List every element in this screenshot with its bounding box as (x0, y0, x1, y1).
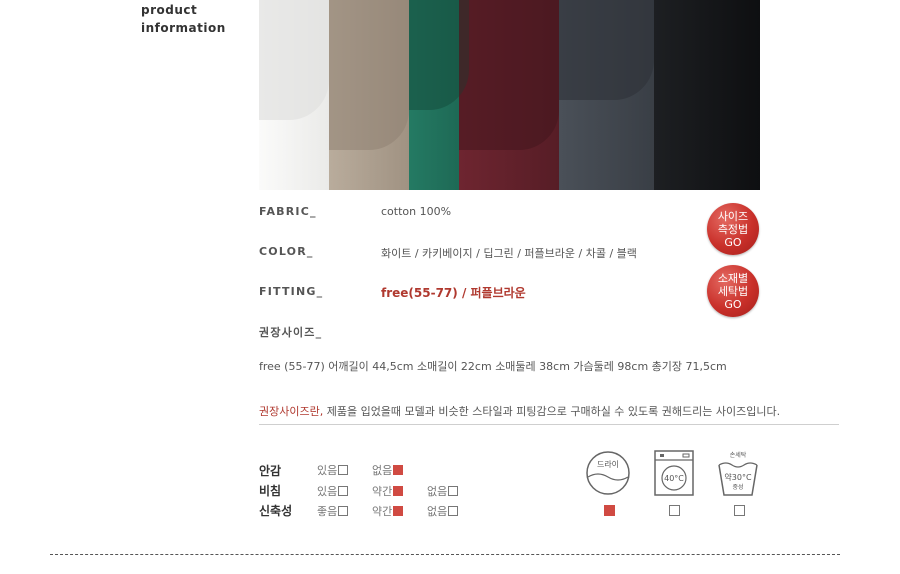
section-label: product information (141, 1, 226, 37)
stretch-option-good: 좋음 (317, 503, 349, 519)
size-note-highlight: 권장사이즈란, (259, 405, 324, 418)
sheer-option-yes-text: 있음 (317, 485, 338, 498)
care-guide-line2: 세탁법 (717, 284, 749, 298)
stretch-option-slight: 약간 (372, 503, 404, 519)
dry-clean-text: 드라이 (597, 459, 619, 469)
size-measure-line1: 사이즈 (717, 209, 749, 223)
hand-wash-top-text: 손세탁 (730, 451, 747, 459)
divider (259, 424, 839, 425)
sheerness-label: 비침 (259, 484, 282, 498)
hand-wash-icon: 손세탁 약30°C 중성 (718, 451, 758, 496)
machine-wash-text: 40°C (664, 474, 684, 483)
sheer-yes-checkbox (338, 486, 349, 496)
garment-black (654, 0, 760, 190)
stretch-option-good-text: 좋음 (317, 505, 338, 518)
sheer-option-slight-text: 약간 (372, 485, 393, 498)
stretch-option-slight-text: 약간 (372, 505, 393, 518)
sheer-slight-checkbox (393, 486, 404, 496)
stretch-option-no-text: 없음 (427, 505, 448, 518)
size-note-text: 제품을 입었을때 모델과 비슷한 스타일과 피팅감으로 구매하실 수 있도록 권… (323, 405, 781, 418)
stretch-no-checkbox (448, 506, 459, 516)
fitting-label: FITTING_ (259, 285, 324, 298)
recommended-size-label: 권장사이즈_ (259, 326, 323, 339)
fabric-value: cotton 100% (381, 205, 452, 218)
stretch-label: 신축성 (259, 504, 293, 518)
sheer-no-checkbox (448, 486, 459, 496)
dry-clean-icon: 드라이 (586, 451, 630, 495)
size-measure-line2: 측정법 (717, 222, 749, 236)
size-note: 권장사이즈란, 제품을 입었을때 모델과 비슷한 스타일과 피팅감으로 구매하실… (259, 403, 780, 419)
dashed-divider (50, 554, 840, 555)
stretch-good-checkbox (338, 506, 349, 516)
lining-option-yes-text: 있음 (317, 464, 338, 477)
sheer-option-yes: 있음 (317, 483, 349, 499)
sleeve-fold-khaki (329, 0, 409, 150)
product-photo (259, 0, 760, 190)
stretch-slight-checkbox (393, 506, 404, 516)
stretch-option-no: 없음 (427, 503, 459, 519)
lining-option-yes: 있음 (317, 462, 349, 478)
sleeve-fold-white (259, 0, 329, 120)
hand-wash-bottom-text: 중성 (732, 483, 743, 491)
machine-wash-checkbox (669, 505, 680, 516)
fabric-label: FABRIC_ (259, 205, 317, 218)
section-label-line1: product (141, 3, 198, 17)
size-details: free (55-77) 어깨길이 44,5cm 소매길이 22cm 소매둘레 … (259, 360, 727, 373)
machine-wash-icon: 40°C (654, 450, 694, 496)
dry-clean-checkbox (604, 505, 615, 516)
lining-no-checkbox (393, 465, 404, 475)
care-guide-line3: GO (724, 297, 742, 311)
hand-wash-checkbox (734, 505, 745, 516)
size-measure-button[interactable]: 사이즈 측정법 GO (707, 203, 759, 255)
color-value: 화이트 / 카키베이지 / 딥그린 / 퍼플브라운 / 차콜 / 블랙 (381, 247, 637, 260)
hand-wash-mid-text: 약30°C (724, 472, 752, 482)
color-label: COLOR_ (259, 245, 314, 258)
sheer-option-slight: 약간 (372, 483, 404, 499)
lining-label: 안감 (259, 464, 282, 478)
lining-option-no: 없음 (372, 462, 404, 478)
sleeve-fold-purple (459, 0, 559, 150)
sleeve-fold-charcoal (559, 0, 654, 100)
care-guide-button[interactable]: 소재별 세탁법 GO (707, 265, 759, 317)
sheer-option-no: 없음 (427, 483, 459, 499)
section-label-line2: information (141, 21, 226, 35)
size-measure-line3: GO (724, 235, 742, 249)
fitting-value: free(55-77) / 퍼플브라운 (381, 286, 526, 300)
lining-yes-checkbox (338, 465, 349, 475)
lining-option-no-text: 없음 (372, 464, 393, 477)
sheer-option-no-text: 없음 (427, 485, 448, 498)
care-guide-line1: 소재별 (717, 271, 749, 285)
